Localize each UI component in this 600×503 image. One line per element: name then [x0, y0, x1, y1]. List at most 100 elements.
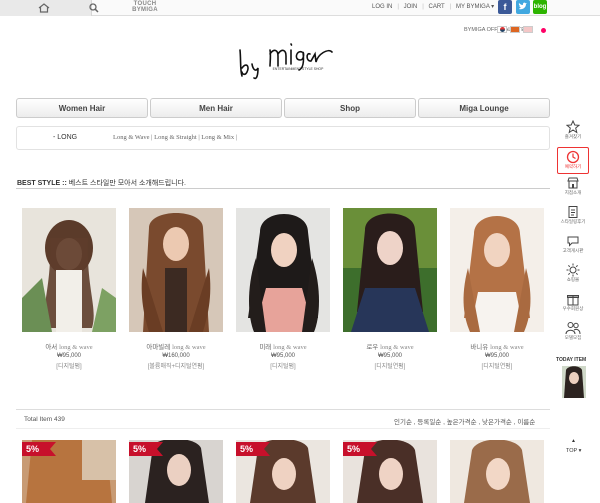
home-icon — [38, 3, 50, 13]
gift-icon — [567, 295, 579, 306]
main-nav: Women Hair Men Hair Shop Miga Lounge — [16, 98, 550, 118]
product-price: ₩95,000 — [377, 353, 402, 359]
best-style-desc: 베스트 스타일만 모아서 소개해드립니다. — [68, 180, 186, 187]
twitter-icon[interactable] — [516, 0, 530, 14]
touch-bymiga-link[interactable]: TOUCH BYMIGA — [105, 1, 185, 15]
quick-label: 고객게시판 — [562, 248, 584, 253]
chat-icon — [567, 236, 579, 247]
product-tag: [디지털연펌] — [374, 364, 406, 370]
review-icon — [568, 206, 578, 218]
quick-model[interactable]: 모델모집 — [557, 321, 589, 348]
subcategory-bar: - LONG Long & Wave | Long & Straight | L… — [16, 126, 550, 150]
scroll-up-icon[interactable]: ▲ — [571, 438, 576, 444]
quick-label: 예약하기 — [564, 164, 582, 169]
product-image[interactable] — [129, 208, 223, 332]
quick-label: 지점소개 — [564, 190, 582, 195]
product-style: long & wave — [490, 344, 524, 351]
product-name: 미래 — [259, 344, 272, 351]
language-dot-icon[interactable] — [541, 28, 546, 33]
product-card[interactable]: 바니유 long & wave ₩95,000 [디지털연펌] — [450, 208, 544, 370]
product-card[interactable]: 로우 long & wave ₩95,000 [디지털연펌] — [343, 208, 437, 370]
best-style-label: BEST STYLE :: — [17, 180, 67, 187]
discount-badge: 5% — [236, 442, 270, 456]
divider — [16, 428, 550, 429]
product-image[interactable] — [450, 208, 544, 332]
quick-label: 즐겨찾기 — [564, 134, 582, 139]
quick-label: 스타일링후기 — [560, 219, 586, 224]
nav-women-hair[interactable]: Women Hair — [16, 98, 148, 118]
product-card[interactable]: 5% — [22, 440, 116, 503]
product-image[interactable] — [450, 440, 544, 503]
quick-label: 우수회원상 — [562, 306, 584, 311]
quick-board[interactable]: 고객게시판 — [557, 234, 589, 261]
nav-miga-lounge[interactable]: Miga Lounge — [418, 98, 550, 118]
product-image[interactable] — [343, 208, 437, 332]
sort-options[interactable]: 인기순 , 등록일순 , 높은가격순 , 낮은가격순 , 이름순 — [394, 416, 535, 426]
korea-flag-icon[interactable] — [497, 26, 507, 33]
my-bymiga-link[interactable]: MY BYMIGA ▾ — [456, 3, 494, 10]
product-card[interactable]: 아마빌레 long & wave ₩160,000 [볼륨매직+디지털연펌] — [129, 208, 223, 370]
logo-tagline: ENTERTAINMENT STYLE SHOP — [273, 67, 324, 71]
top-bar: TOUCH BYMIGA LOG IN | JOIN | CART | MY BYMI… — [0, 0, 600, 16]
divider — [16, 188, 550, 189]
discount-badge: 5% — [22, 442, 56, 456]
quick-branches[interactable]: 지점소개 — [557, 176, 589, 203]
search-icon[interactable] — [89, 3, 99, 13]
product-card[interactable]: 5% — [236, 440, 330, 503]
blog-icon[interactable]: blog — [533, 0, 547, 14]
japan-flag-icon[interactable] — [523, 26, 533, 33]
quick-reservation[interactable]: 예약하기 — [557, 147, 589, 174]
top-button[interactable]: TOP ▾ — [566, 448, 581, 454]
product-tag: [디지털펌] — [56, 364, 82, 370]
login-link[interactable]: LOG IN — [372, 4, 392, 10]
product-style: long & wave — [59, 344, 93, 351]
top-links: LOG IN | JOIN | CART | MY BYMIGA ▾ — [372, 3, 495, 10]
product-price: ₩95,000 — [56, 353, 81, 359]
subcategory-current[interactable]: - LONG — [53, 134, 77, 141]
logo[interactable]: ENTERTAINMENT STYLE SHOP — [236, 36, 336, 80]
product-tag: [디지털연펌] — [481, 364, 513, 370]
quick-favorite[interactable]: 즐겨찾기 — [557, 120, 589, 147]
discount-badge: 5% — [343, 442, 377, 456]
product-card[interactable]: 아서 long & wave ₩95,000 [디지털펌] — [22, 208, 116, 370]
today-item-image[interactable] — [562, 366, 586, 398]
product-card[interactable]: 5% — [129, 440, 223, 503]
product-image[interactable] — [236, 208, 330, 332]
product-tag: [디지털펌] — [270, 364, 296, 370]
today-item-label: TODAY ITEM — [556, 357, 587, 363]
nav-shop[interactable]: Shop — [284, 98, 416, 118]
product-price: ₩160,000 — [162, 353, 190, 359]
people-icon — [565, 322, 581, 335]
product-style: long & wave — [380, 344, 414, 351]
product-card[interactable]: 5% — [343, 440, 437, 503]
product-name: 아마빌레 — [146, 344, 171, 351]
subcategory-links[interactable]: Long & Wave | Long & Straight | Long & M… — [113, 134, 237, 141]
product-card[interactable] — [450, 440, 544, 503]
cart-link[interactable]: CART — [428, 4, 444, 10]
total-items: Total Item 439 — [24, 416, 65, 423]
join-link[interactable]: JOIN — [404, 4, 418, 10]
china-flag-icon[interactable] — [510, 26, 520, 33]
quick-reviews[interactable]: 스타일링후기 — [557, 205, 589, 232]
nav-men-hair[interactable]: Men Hair — [150, 98, 282, 118]
star-icon — [566, 120, 580, 134]
quick-vip[interactable]: 우수회원상 — [557, 292, 589, 319]
quick-shop[interactable]: 쇼핑몰 — [557, 263, 589, 290]
quick-menu: 즐겨찾기 예약하기 지점소개 스타일링후기 고객게시판 쇼핑몰 우수회원상 모델… — [557, 118, 589, 348]
discount-badge: 5% — [129, 442, 163, 456]
product-name: 로우 — [366, 344, 379, 351]
top-label: TOP — [566, 448, 578, 454]
product-name: 바니유 — [470, 344, 489, 351]
product-image[interactable] — [22, 208, 116, 332]
product-price: ₩95,000 — [270, 353, 295, 359]
touch-line2: BYMIGA — [132, 7, 158, 13]
clock-icon — [566, 150, 580, 164]
store-icon — [567, 177, 579, 189]
product-style: long & wave — [172, 344, 206, 351]
home-tab[interactable] — [0, 0, 92, 16]
product-tag: [볼륨매직+디지털연펌] — [147, 364, 205, 370]
best-style-heading: BEST STYLE :: 베스트 스타일만 모아서 소개해드립니다. — [17, 178, 186, 188]
product-price: ₩95,000 — [484, 353, 509, 359]
facebook-icon[interactable]: f — [498, 0, 512, 14]
product-card[interactable]: 미래 long & wave ₩95,000 [디지털펌] — [236, 208, 330, 370]
